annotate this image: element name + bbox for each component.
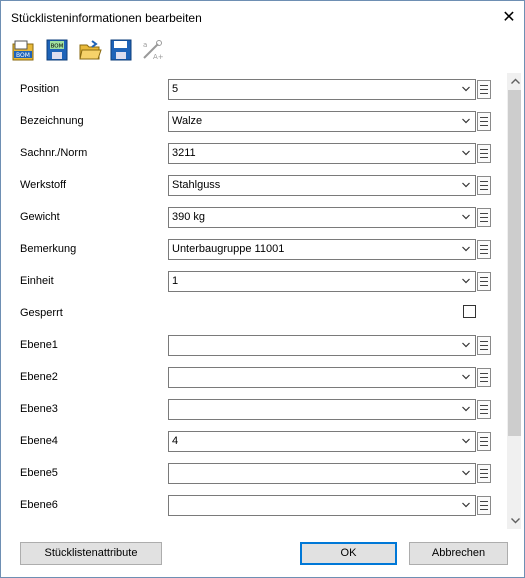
save-floppy-icon[interactable] [109,38,133,62]
value-combobox[interactable]: Stahlguss [168,175,476,196]
chevron-down-icon[interactable] [461,404,471,414]
field-label: Gewicht [20,211,60,223]
list-menu-icon[interactable] [477,208,491,227]
list-menu-icon[interactable] [477,80,491,99]
list-menu-icon[interactable] [477,272,491,291]
field-row-position: Position 5 [7,79,507,101]
chevron-down-icon[interactable] [461,148,471,158]
field-row-gewicht: Gewicht 390 kg [7,207,507,229]
value-combobox[interactable] [168,463,476,484]
fields-panel: Position 5 Bezeichnung Walze Sachnr./Norm 321… [7,73,521,529]
list-menu-icon[interactable] [477,240,491,259]
combobox-value: 1 [172,275,179,287]
field-label: Bemerkung [20,243,77,255]
vertical-scrollbar[interactable] [507,73,521,529]
locked-checkbox[interactable] [463,305,476,318]
field-label: Ebene6 [20,499,58,511]
folder-open-icon[interactable] [78,38,102,62]
field-row-ebene4: Ebene4 4 [7,431,507,453]
combobox-value: Stahlguss [172,179,221,191]
field-row-bemerkung: Bemerkung Unterbaugruppe 11001 [7,239,507,261]
bom-open-icon[interactable]: BOM [11,38,35,62]
toolbar: BOM BOM a A+ [1,35,524,67]
list-menu-icon[interactable] [477,464,491,483]
list-menu-icon[interactable] [477,496,491,515]
value-combobox[interactable] [168,367,476,388]
scroll-up-icon[interactable] [507,73,521,90]
list-menu-icon[interactable] [477,176,491,195]
field-label: Ebene4 [20,435,58,447]
title-bar: Stücklisteninformationen bearbeiten ✕ [1,1,524,34]
value-combobox[interactable]: 390 kg [168,207,476,228]
combobox-value: Walze [172,115,203,127]
list-menu-icon[interactable] [477,112,491,131]
close-icon[interactable]: ✕ [494,3,524,33]
value-combobox[interactable] [168,399,476,420]
field-row-gesperrt: Gesperrt [7,303,507,325]
field-label: Position [20,83,60,95]
window-title: Stücklisteninformationen bearbeiten [11,11,202,25]
field-row-ebene2: Ebene2 [7,367,507,389]
field-label: Sachnr./Norm [20,147,88,159]
scroll-thumb[interactable] [508,90,521,436]
value-combobox[interactable]: Walze [168,111,476,132]
list-menu-icon[interactable] [477,144,491,163]
field-label: Ebene1 [20,339,58,351]
field-row-ebene5: Ebene5 [7,463,507,485]
field-row-bezeichnung: Bezeichnung Walze [7,111,507,133]
bom-save-icon[interactable]: BOM [45,38,69,62]
chevron-down-icon[interactable] [461,340,471,350]
field-row-ebene1: Ebene1 [7,335,507,357]
svg-text:BOM: BOM [51,44,64,50]
combobox-value: 390 kg [172,211,206,223]
list-menu-icon[interactable] [477,336,491,355]
value-combobox[interactable]: 1 [168,271,476,292]
combobox-value: 5 [172,83,179,95]
svg-text:a: a [143,41,147,49]
list-menu-icon[interactable] [477,368,491,387]
value-combobox[interactable] [168,495,476,516]
dialog-window: Stücklisteninformationen bearbeiten ✕ BO… [0,0,525,578]
chevron-down-icon[interactable] [461,372,471,382]
chevron-down-icon[interactable] [461,180,471,190]
list-menu-icon[interactable] [477,400,491,419]
list-menu-icon[interactable] [477,432,491,451]
svg-text:BOM: BOM [16,52,30,59]
value-combobox[interactable]: 5 [168,79,476,100]
chevron-down-icon[interactable] [461,212,471,222]
chevron-down-icon[interactable] [461,436,471,446]
svg-text:A+: A+ [153,53,164,61]
cancel-button[interactable]: Abbrechen [409,542,508,565]
field-label: Bezeichnung [20,115,84,127]
value-combobox[interactable]: 3211 [168,143,476,164]
field-label: Einheit [20,275,54,287]
chevron-down-icon[interactable] [461,276,471,286]
ok-button[interactable]: OK [300,542,397,565]
chevron-down-icon[interactable] [461,244,471,254]
combobox-value: 3211 [172,147,196,159]
attribute-wizard-icon[interactable]: a A+ [140,38,164,62]
combobox-value: Unterbaugruppe 11001 [172,243,285,255]
chevron-down-icon[interactable] [461,84,471,94]
field-row-ebene3: Ebene3 [7,399,507,421]
value-combobox[interactable]: 4 [168,431,476,452]
field-row-sachnr-norm: Sachnr./Norm 3211 [7,143,507,165]
field-label: Werkstoff [20,179,67,191]
chevron-down-icon[interactable] [461,468,471,478]
chevron-down-icon[interactable] [461,500,471,510]
field-label: Ebene2 [20,371,58,383]
chevron-down-icon[interactable] [461,116,471,126]
combobox-value: 4 [172,435,179,447]
field-row-einheit: Einheit 1 [7,271,507,293]
field-row-ebene6: Ebene6 [7,495,507,517]
field-row-werkstoff: Werkstoff Stahlguss [7,175,507,197]
field-label: Ebene3 [20,403,58,415]
value-combobox[interactable]: Unterbaugruppe 11001 [168,239,476,260]
value-combobox[interactable] [168,335,476,356]
attributes-button[interactable]: Stücklistenattribute [20,542,162,565]
field-label: Ebene5 [20,467,58,479]
scroll-down-icon[interactable] [507,512,521,529]
field-label: Gesperrt [20,307,63,319]
